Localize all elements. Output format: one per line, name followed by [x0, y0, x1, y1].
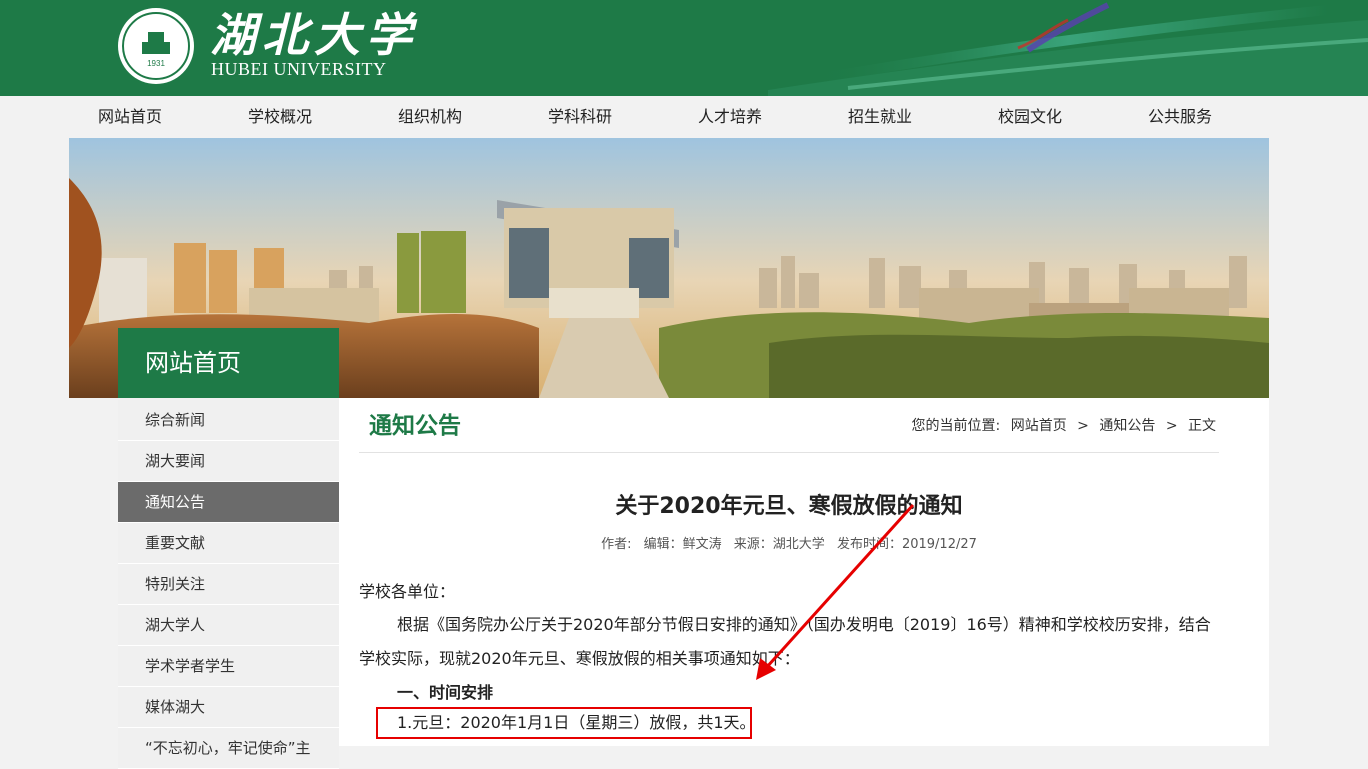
- header-swoosh-decoration: [768, 2, 1368, 96]
- breadcrumb: 您的当前位置: 网站首页 > 通知公告 > 正文: [909, 416, 1219, 436]
- seal-emblem-icon: 1931: [142, 32, 170, 68]
- article-section-heading: 一、时间安排: [397, 683, 494, 702]
- article-intro-line2: 学校实际，现就2020年元旦、寒假放假的相关事项通知如下：: [359, 649, 800, 668]
- breadcrumb-separator: >: [1077, 418, 1089, 434]
- page-title: 通知公告: [369, 413, 461, 439]
- seal-year: 1931: [147, 59, 165, 68]
- sidebar-item-notices[interactable]: 通知公告: [118, 482, 339, 523]
- nav-admissions[interactable]: 招生就业: [815, 96, 945, 138]
- main-nav: 网站首页 学校概况 组织机构 学科科研 人才培养 招生就业 校园文化 公共服务: [0, 96, 1368, 138]
- sidebar-item-hubei-news[interactable]: 湖大要闻: [118, 441, 339, 482]
- main-content: 通知公告 您的当前位置: 网站首页 > 通知公告 > 正文 关于2020年元旦、…: [339, 398, 1269, 746]
- breadcrumb-prefix: 您的当前位置:: [911, 418, 1001, 434]
- meta-author: 作者:: [601, 537, 632, 552]
- meta-date: 发布时间：2019/12/27: [836, 537, 977, 552]
- sidebar-item-original-mission[interactable]: “不忘初心，牢记使命”主: [118, 728, 339, 769]
- section-tab-title: 网站首页: [118, 328, 339, 398]
- nav-public-services[interactable]: 公共服务: [1115, 96, 1245, 138]
- nav-home[interactable]: 网站首页: [65, 96, 195, 138]
- article-intro-line1: 根据《国务院办公厅关于2020年部分节假日安排的通知》（国办发明电〔2019〕1…: [397, 615, 1211, 634]
- nav-about[interactable]: 学校概况: [215, 96, 345, 138]
- title-divider: [359, 452, 1219, 453]
- nav-education[interactable]: 人才培养: [665, 96, 795, 138]
- article-meta: 作者: 编辑：鲜文涛 来源：湖北大学 发布时间：2019/12/27: [359, 535, 1219, 555]
- sidebar-item-general-news[interactable]: 综合新闻: [118, 400, 339, 441]
- sidebar-item-documents[interactable]: 重要文献: [118, 523, 339, 564]
- breadcrumb-home-link[interactable]: 网站首页: [1011, 418, 1067, 434]
- article-salutation: 学校各单位：: [359, 582, 456, 601]
- sidebar-item-scholars[interactable]: 湖大学人: [118, 605, 339, 646]
- university-seal-logo[interactable]: 1931: [118, 8, 194, 84]
- sidebar-item-media[interactable]: 媒体湖大: [118, 687, 339, 728]
- site-header: 1931 湖北大学 HUBEI UNIVERSITY: [0, 0, 1368, 96]
- meta-editor: 编辑：鲜文涛: [643, 537, 722, 552]
- sidebar-item-special-focus[interactable]: 特别关注: [118, 564, 339, 605]
- article-title: 关于2020年元旦、寒假放假的通知: [615, 494, 963, 519]
- breadcrumb-separator: >: [1165, 418, 1178, 434]
- logo-english-name[interactable]: HUBEI UNIVERSITY: [211, 59, 386, 80]
- sidebar-menu: 综合新闻 湖大要闻 通知公告 重要文献 特别关注 湖大学人 学术学者学生 媒体湖…: [118, 400, 339, 769]
- sidebar-item-academics[interactable]: 学术学者学生: [118, 646, 339, 687]
- annotation-highlight-box: [376, 707, 752, 739]
- nav-organization[interactable]: 组织机构: [365, 96, 495, 138]
- meta-source: 来源：湖北大学: [733, 537, 825, 552]
- nav-campus-culture[interactable]: 校园文化: [965, 96, 1095, 138]
- logo-chinese-name[interactable]: 湖北大学: [210, 10, 418, 60]
- breadcrumb-current: 正文: [1188, 418, 1216, 434]
- breadcrumb-notices-link[interactable]: 通知公告: [1099, 418, 1155, 434]
- nav-research[interactable]: 学科科研: [515, 96, 645, 138]
